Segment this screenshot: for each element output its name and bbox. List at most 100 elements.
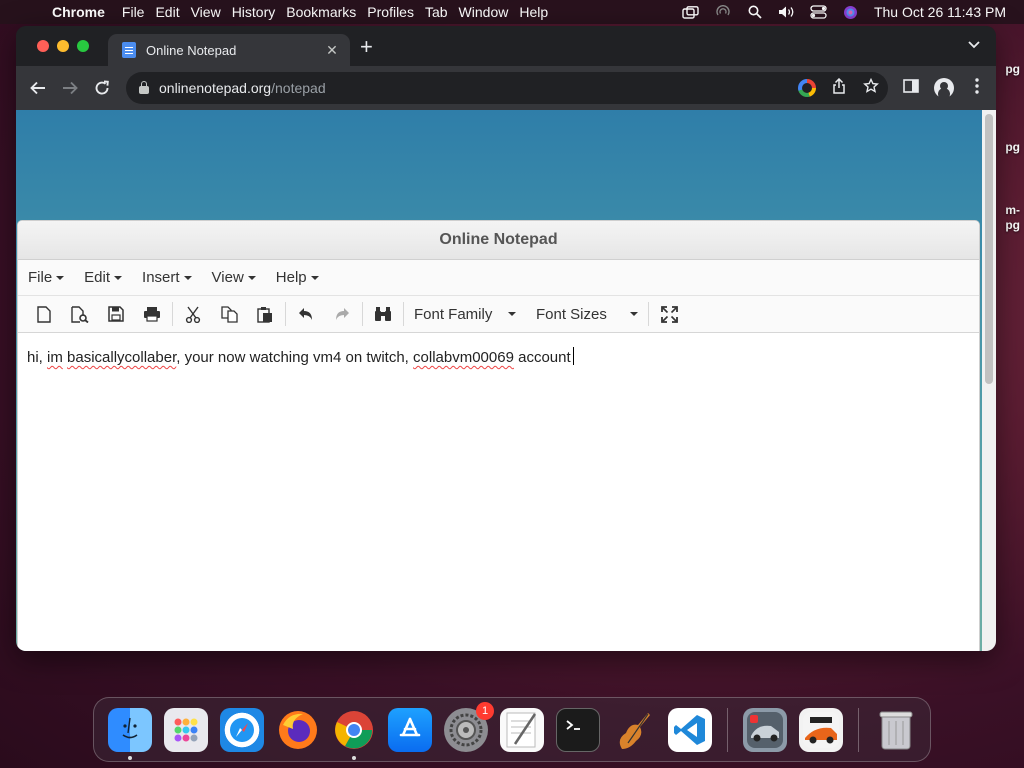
desktop-file-label[interactable]: pg bbox=[1005, 218, 1020, 232]
safari-icon[interactable] bbox=[220, 707, 264, 752]
forward-button[interactable] bbox=[54, 72, 86, 104]
caret-down-icon bbox=[630, 312, 638, 316]
redo-button[interactable] bbox=[324, 299, 360, 329]
racing-game-icon[interactable] bbox=[743, 707, 787, 752]
scrollbar-thumb[interactable] bbox=[985, 114, 993, 384]
menu-app-name[interactable]: Chrome bbox=[52, 4, 116, 20]
chrome-window: Online Notepad ✕ + onlinenotepad.org/not… bbox=[16, 26, 996, 651]
page-scrollbar[interactable] bbox=[982, 110, 996, 651]
notepad-menu-label: File bbox=[28, 269, 53, 286]
font-sizes-label: Font Sizes bbox=[536, 305, 607, 323]
open-document-button[interactable] bbox=[62, 299, 98, 329]
screen-mirroring-icon[interactable] bbox=[682, 5, 700, 19]
app-store-icon[interactable] bbox=[388, 707, 432, 752]
new-tab-button[interactable]: + bbox=[360, 36, 373, 58]
vscode-icon[interactable] bbox=[668, 707, 712, 752]
address-bar-actions bbox=[798, 72, 880, 104]
misspelled-word: basicallycollaber bbox=[67, 349, 177, 366]
menu-help[interactable]: Help bbox=[519, 4, 559, 20]
terminal-icon[interactable] bbox=[556, 707, 600, 752]
menu-bookmarks[interactable]: Bookmarks bbox=[286, 4, 367, 20]
caret-down-icon bbox=[508, 312, 516, 316]
notepad-menu-view[interactable]: View bbox=[212, 269, 256, 286]
paste-button[interactable] bbox=[247, 299, 283, 329]
window-close-button[interactable] bbox=[37, 40, 49, 52]
share-icon[interactable] bbox=[830, 77, 848, 98]
menu-profiles[interactable]: Profiles bbox=[367, 4, 425, 20]
cut-button[interactable] bbox=[175, 299, 211, 329]
caret-down-icon bbox=[56, 275, 65, 280]
notepad-menu-insert[interactable]: Insert bbox=[142, 269, 192, 286]
bookmark-star-icon[interactable] bbox=[862, 77, 880, 98]
side-panel-icon[interactable] bbox=[902, 79, 920, 97]
lock-icon[interactable] bbox=[139, 81, 149, 94]
tab-online-notepad[interactable]: Online Notepad ✕ bbox=[108, 34, 350, 66]
notepad-title: Online Notepad bbox=[18, 221, 979, 260]
macos-menu-bar: Chrome File Edit View History Bookmarks … bbox=[0, 0, 1024, 24]
font-family-select[interactable]: Font Family bbox=[406, 299, 524, 329]
textedit-icon[interactable] bbox=[500, 707, 544, 752]
notepad-menu-file[interactable]: File bbox=[28, 269, 65, 286]
profile-avatar-icon[interactable] bbox=[934, 78, 954, 98]
caret-down-icon bbox=[310, 275, 319, 280]
notepad-menu-help[interactable]: Help bbox=[276, 269, 319, 286]
caret-down-icon bbox=[114, 275, 123, 280]
chrome-icon[interactable] bbox=[332, 708, 376, 760]
asphalt-game-icon[interactable] bbox=[799, 707, 843, 752]
toolbar-separator bbox=[172, 302, 173, 326]
system-settings-icon[interactable]: 1 bbox=[444, 701, 494, 752]
find-binoculars-button[interactable] bbox=[365, 299, 401, 329]
airdrop-icon[interactable] bbox=[714, 5, 732, 19]
print-button[interactable] bbox=[134, 299, 170, 329]
caret-down-icon bbox=[247, 275, 256, 280]
control-center-icon[interactable] bbox=[810, 5, 828, 19]
menu-view[interactable]: View bbox=[191, 4, 232, 20]
desktop-file-label[interactable]: pg bbox=[1005, 62, 1020, 76]
finder-icon[interactable] bbox=[108, 707, 152, 760]
launchpad-icon[interactable] bbox=[164, 707, 208, 752]
notepad-menu-label: View bbox=[211, 269, 244, 286]
notepad-menu-edit[interactable]: Edit bbox=[84, 269, 123, 286]
desktop-file-label[interactable]: pg bbox=[1005, 140, 1020, 154]
dock-separator bbox=[727, 707, 728, 752]
desktop-file-label[interactable]: m- bbox=[1005, 203, 1020, 217]
menu-window[interactable]: Window bbox=[459, 4, 520, 20]
new-document-button[interactable] bbox=[26, 299, 62, 329]
window-zoom-button[interactable] bbox=[77, 40, 89, 52]
notepad-menu-label: Insert bbox=[142, 269, 180, 286]
running-indicator bbox=[352, 755, 356, 760]
reload-button[interactable] bbox=[86, 72, 118, 104]
dock-separator bbox=[858, 707, 859, 752]
tab-search-icon[interactable] bbox=[968, 38, 980, 52]
menu-file[interactable]: File bbox=[122, 4, 156, 20]
notepad-app: Online Notepad File Edit Insert View Hel… bbox=[17, 220, 980, 651]
menubar-clock[interactable]: Thu Oct 26 11:43 PM bbox=[874, 4, 1006, 20]
toolbar-separator bbox=[285, 302, 286, 326]
notepad-text-area[interactable]: hi, im basicallycollaber, your now watch… bbox=[18, 333, 979, 380]
garageband-icon[interactable] bbox=[612, 708, 656, 752]
spotlight-search-icon[interactable] bbox=[746, 5, 764, 19]
font-family-label: Font Family bbox=[414, 305, 493, 323]
web-page-content: Online Notepad File Edit Insert View Hel… bbox=[16, 110, 982, 651]
volume-icon[interactable] bbox=[778, 5, 796, 19]
font-sizes-select[interactable]: Font Sizes bbox=[528, 299, 646, 329]
copy-button[interactable] bbox=[211, 299, 247, 329]
firefox-icon[interactable] bbox=[276, 708, 320, 752]
kebab-menu-icon[interactable] bbox=[968, 78, 986, 98]
toolbar-separator bbox=[403, 302, 404, 326]
tab-close-icon[interactable]: ✕ bbox=[322, 42, 342, 59]
trash-icon[interactable] bbox=[874, 708, 918, 752]
menu-edit[interactable]: Edit bbox=[155, 4, 190, 20]
tab-strip: Online Notepad ✕ + bbox=[16, 26, 996, 66]
back-button[interactable] bbox=[22, 72, 54, 104]
google-lens-icon[interactable] bbox=[798, 79, 816, 97]
window-minimize-button[interactable] bbox=[57, 40, 69, 52]
menu-history[interactable]: History bbox=[232, 4, 287, 20]
address-bar[interactable]: onlinenotepad.org/notepad bbox=[126, 72, 888, 104]
menu-tab[interactable]: Tab bbox=[425, 4, 459, 20]
undo-button[interactable] bbox=[288, 299, 324, 329]
save-button[interactable] bbox=[98, 299, 134, 329]
fullscreen-button[interactable] bbox=[651, 299, 687, 329]
notepad-menu-label: Help bbox=[275, 269, 307, 286]
siri-icon[interactable] bbox=[842, 5, 860, 19]
